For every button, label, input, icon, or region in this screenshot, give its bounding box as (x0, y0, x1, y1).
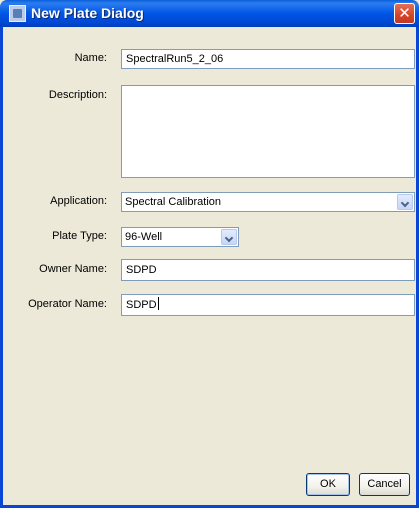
window-title: New Plate Dialog (31, 5, 144, 21)
plate-type-label: Plate Type: (52, 230, 107, 242)
plate-type-select[interactable]: 96-Well (121, 227, 239, 247)
close-icon: ✕ (398, 4, 411, 22)
application-label: Application: (50, 195, 107, 207)
name-input[interactable]: SpectralRun5_2_06 (121, 49, 415, 69)
app-icon (9, 5, 26, 22)
name-label: Name: (74, 52, 107, 64)
plate-type-selected-value: 96-Well (125, 231, 163, 243)
description-label: Description: (48, 89, 107, 101)
operator-name-value: SDPD (126, 299, 157, 311)
application-selected-value: Spectral Calibration (125, 196, 221, 208)
owner-name-label: Owner Name: (39, 263, 107, 275)
owner-name-input[interactable]: SDPD (121, 259, 415, 281)
text-caret (157, 297, 159, 310)
chevron-down-icon[interactable] (221, 229, 237, 245)
description-textarea[interactable] (121, 85, 415, 178)
ok-button[interactable]: OK (306, 473, 350, 496)
cancel-button[interactable]: Cancel (359, 473, 410, 496)
title-bar[interactable]: New Plate Dialog ✕ (0, 0, 419, 27)
new-plate-dialog: New Plate Dialog ✕ Name: SpectralRun5_2_… (0, 0, 419, 508)
chevron-down-icon[interactable] (397, 194, 413, 210)
operator-name-input[interactable]: SDPD (121, 294, 415, 316)
operator-name-label: Operator Name: (28, 298, 107, 310)
close-button[interactable]: ✕ (394, 3, 415, 24)
application-select[interactable]: Spectral Calibration (121, 192, 415, 212)
window-frame-left (0, 27, 3, 508)
